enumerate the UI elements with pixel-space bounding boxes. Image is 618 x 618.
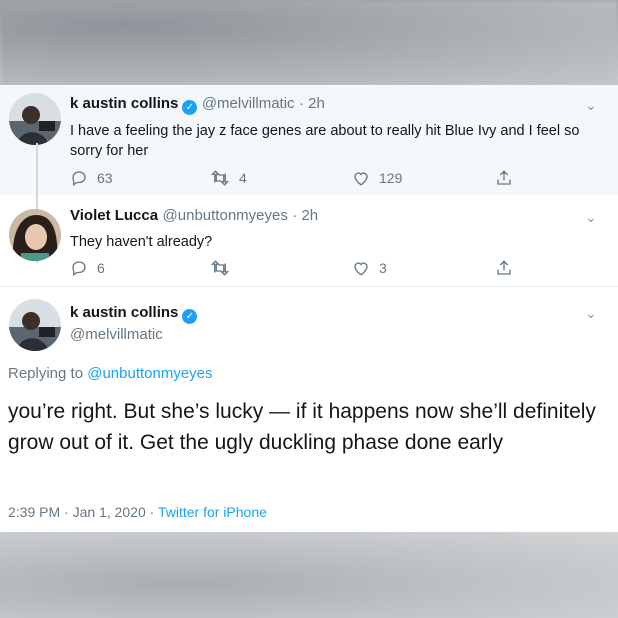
avatar[interactable] (9, 299, 61, 351)
retweet-icon (210, 170, 230, 186)
divider (0, 286, 618, 287)
author-handle[interactable]: @melvillmatic (202, 95, 295, 112)
author-name[interactable]: k austin collins (70, 95, 178, 112)
replying-to: Replying to @unbuttonmyeyes (8, 365, 213, 382)
verified-icon: ✓ (182, 100, 198, 115)
like-count: 3 (379, 260, 387, 276)
reply-count: 63 (97, 170, 113, 186)
tweet-text: I have a feeling the jay z face genes ar… (70, 123, 580, 159)
parent-tweet[interactable]: k austin collins ✓ @melvillmatic · 2h ⌄ I… (0, 85, 618, 263)
like-icon (354, 172, 368, 186)
like-icon (354, 262, 368, 276)
reply-button[interactable]: 6 (70, 259, 105, 277)
replying-to-link[interactable]: @unbuttonmyeyes (87, 365, 212, 382)
share-button[interactable] (495, 259, 513, 277)
retweet-icon (210, 260, 230, 276)
like-count: 129 (379, 170, 403, 186)
reply-count: 6 (97, 260, 105, 276)
timestamp[interactable]: 2:39 PM · Jan 1, 2020 · (8, 504, 158, 520)
reply-tweet[interactable]: Violet Lucca @unbuttonmyeyes · 2h ⌄ They… (0, 195, 618, 285)
tweet-time: · 2h (299, 95, 325, 112)
chevron-down-icon[interactable]: ⌄ (585, 209, 597, 226)
chevron-down-icon[interactable]: ⌄ (585, 97, 597, 114)
reply-icon (72, 261, 86, 277)
tweet-card: k austin collins ✓ @melvillmatic · 2h ⌄ I… (0, 85, 618, 532)
author-name[interactable]: k austin collins (70, 304, 178, 321)
like-button[interactable]: 3 (352, 259, 387, 277)
verified-icon: ✓ (182, 309, 198, 324)
source-link[interactable]: Twitter for iPhone (158, 504, 267, 520)
retweet-count: 4 (239, 170, 247, 186)
replying-prefix: Replying to (8, 365, 88, 382)
chevron-down-icon[interactable]: ⌄ (585, 305, 597, 322)
avatar[interactable] (9, 93, 61, 145)
reply-icon (72, 171, 86, 187)
like-button[interactable]: 129 (352, 169, 402, 187)
reply-button[interactable]: 63 (70, 169, 113, 187)
share-button[interactable] (495, 169, 513, 187)
main-tweet-text: you’re right. But she’s lucky — if it ha… (8, 400, 596, 454)
tweet-text: They haven't already? (70, 234, 213, 250)
tweet-meta: 2:39 PM · Jan 1, 2020 · Twitter for iPho… (8, 504, 267, 520)
retweet-button[interactable]: 4 (210, 169, 247, 187)
avatar[interactable] (9, 209, 61, 261)
blurred-background-top (0, 0, 618, 85)
author-name[interactable]: Violet Lucca (70, 207, 158, 224)
share-icon (497, 260, 511, 275)
retweet-button[interactable] (210, 259, 239, 277)
author-handle[interactable]: @melvillmatic (70, 326, 163, 343)
tweet-time: · 2h (292, 207, 319, 224)
share-icon (497, 170, 511, 185)
blurred-background-bottom (0, 532, 618, 618)
author-handle[interactable]: @unbuttonmyeyes (163, 207, 288, 224)
